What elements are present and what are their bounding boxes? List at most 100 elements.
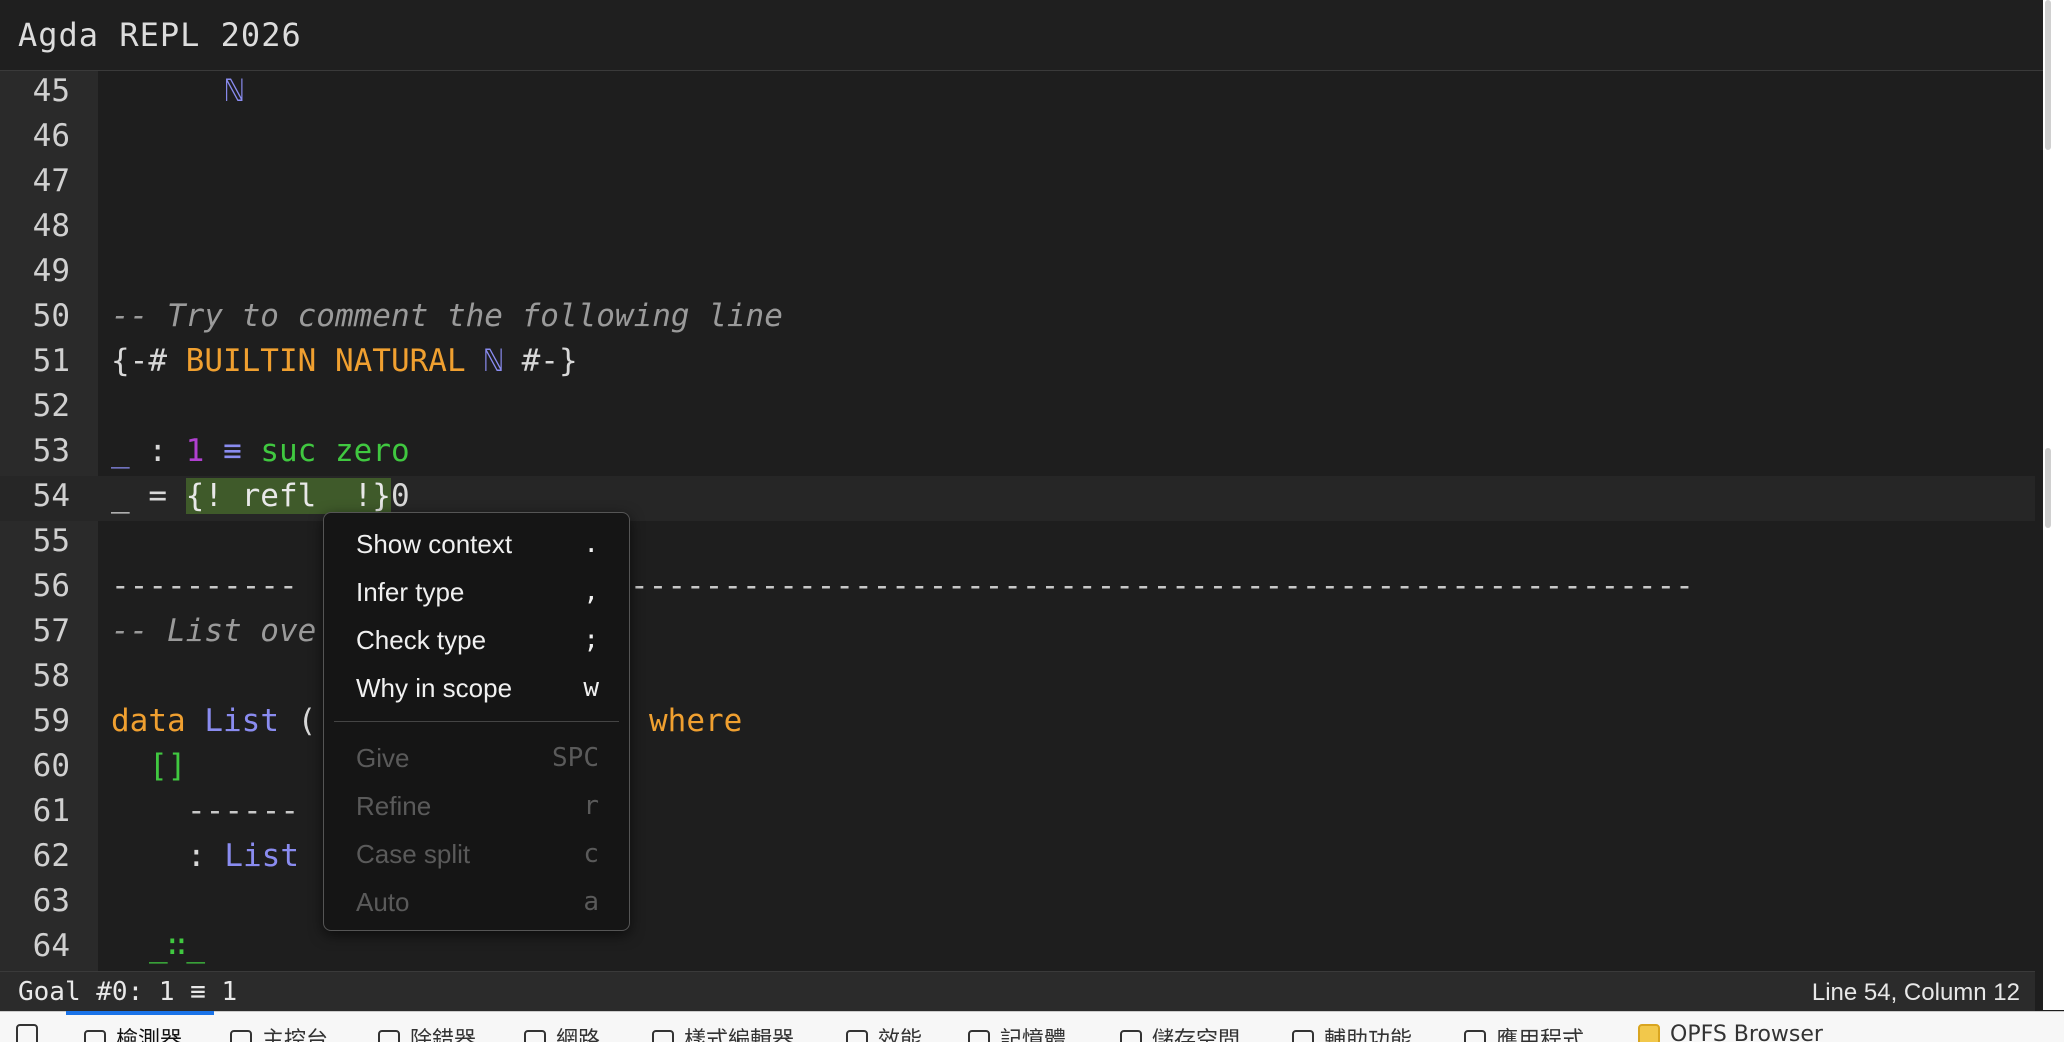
- pragma-open: {-#: [111, 343, 186, 379]
- tab-accessibility[interactable]: 輔助功能: [1292, 1022, 1412, 1042]
- keyword-where: where: [649, 703, 743, 739]
- code-line-46: 46: [0, 116, 2035, 161]
- title-bar: Agda REPL 2026: [0, 0, 2043, 71]
- code-line-63: 63: [0, 881, 2035, 926]
- menu-item-refine: Refine r: [324, 783, 629, 829]
- menu-label: Show context: [356, 529, 513, 559]
- goal-hole[interactable]: {! refl !}: [185, 478, 391, 514]
- goal-number: 0: [390, 478, 410, 514]
- type-name-list: List: [224, 838, 299, 874]
- line-number: 47: [32, 163, 70, 199]
- menu-shortcut: SPC: [552, 743, 599, 773]
- code-line-49: 49: [0, 251, 2035, 296]
- tab-console[interactable]: 主控台: [230, 1022, 328, 1042]
- tab-application[interactable]: 應用程式: [1464, 1022, 1584, 1042]
- number-literal: 1: [185, 433, 205, 469]
- line-number: 50: [32, 298, 70, 334]
- comment: -- List ove: [111, 613, 317, 649]
- menu-shortcut: ;: [583, 625, 599, 655]
- devtools-tab-bar: 檢測器 主控台 除錯器 網路 樣式編輯器 效能 記憶體 儲存空間 輔助功能 應用…: [0, 1011, 2064, 1042]
- accessibility-icon: [1292, 1030, 1314, 1042]
- line-number: 55: [32, 523, 70, 559]
- menu-shortcut: .: [583, 529, 599, 559]
- line-number: 46: [32, 118, 70, 154]
- paren: (: [278, 703, 317, 739]
- status-bar: Goal #0: 1 ≡ 1 Line 54, Column 12: [0, 971, 2035, 1012]
- code-line-47: 47: [0, 161, 2035, 206]
- devtools-pick-element-button[interactable]: [16, 1022, 48, 1042]
- nat-type: ℕ: [225, 73, 244, 109]
- menu-label: Give: [356, 743, 410, 773]
- line-number: 57: [32, 613, 70, 649]
- code-line-45: 45 ℕ: [0, 71, 2035, 116]
- menu-label: Infer type: [356, 577, 465, 607]
- code-line-52: 52: [0, 386, 2035, 431]
- menu-item-check-type[interactable]: Check type ;: [324, 617, 629, 663]
- style-editor-icon: [652, 1030, 674, 1042]
- separator-left: ----------: [111, 568, 298, 604]
- code-line-58: 58: [0, 656, 2035, 701]
- code-line-48: 48: [0, 206, 2035, 251]
- folder-icon: [1638, 1024, 1660, 1042]
- constructor-cons: _∷_: [149, 928, 205, 964]
- constructor-zero: zero: [335, 433, 410, 469]
- menu-label: Refine: [356, 791, 432, 821]
- tab-debugger[interactable]: 除錯器: [378, 1022, 476, 1042]
- tab-inspector[interactable]: 檢測器: [84, 1022, 182, 1042]
- tab-storage[interactable]: 儲存空間: [1120, 1022, 1240, 1042]
- comment: -- Try to comment the following line: [111, 298, 783, 334]
- window-title: Agda REPL 2026: [18, 16, 302, 54]
- console-icon: [230, 1030, 252, 1042]
- code-line-59: 59 data List ( where: [0, 701, 2035, 746]
- code-line-51: 51 {-# BUILTIN NATURAL ℕ #-}: [0, 341, 2035, 386]
- code-line-62: 62 : List: [0, 836, 2035, 881]
- menu-shortcut: a: [583, 887, 599, 917]
- line-number: 60: [32, 748, 70, 784]
- code-line-54-current: 54 _ = {! refl !}0: [0, 476, 2035, 521]
- scrollbar-thumb-secondary[interactable]: [2045, 448, 2051, 528]
- network-icon: [524, 1030, 546, 1042]
- tab-memory[interactable]: 記憶體: [968, 1022, 1066, 1042]
- storage-icon: [1120, 1030, 1142, 1042]
- goal-context-menu: Show context . Infer type , Check type ;…: [323, 512, 630, 931]
- line-number: 54: [32, 478, 70, 514]
- code-line-57: 57 -- List ove: [0, 611, 2035, 656]
- side-panel-edge: [2043, 0, 2064, 1010]
- memory-icon: [968, 1030, 990, 1042]
- code-line-61: 61 ------: [0, 791, 2035, 836]
- line-number: 61: [32, 793, 70, 829]
- code-line-60: 60 []: [0, 746, 2035, 791]
- line-number: 49: [32, 253, 70, 289]
- colon: :: [187, 838, 225, 874]
- tab-opfs-browser[interactable]: OPFS Browser: [1638, 1022, 1823, 1042]
- line-number: 53: [32, 433, 70, 469]
- rule-line: ------: [187, 793, 299, 829]
- scrollbar-thumb[interactable]: [2045, 0, 2051, 150]
- cursor-position: Line 54, Column 12: [1811, 979, 2020, 1006]
- line-number: 64: [32, 928, 70, 964]
- menu-item-infer-type[interactable]: Infer type ,: [324, 569, 629, 615]
- pragma-close: #-}: [502, 343, 578, 379]
- separator-right: ----------------------------------------…: [630, 568, 1694, 604]
- line-number: 45: [32, 73, 70, 109]
- active-tab-indicator: [66, 1011, 214, 1015]
- keyword-data: data: [111, 703, 186, 739]
- debugger-icon: [378, 1030, 400, 1042]
- menu-item-show-context[interactable]: Show context .: [324, 521, 629, 567]
- menu-shortcut: w: [583, 673, 599, 703]
- menu-label: Why in scope: [356, 673, 513, 703]
- code-editor[interactable]: 45 ℕ 46 47 48 49 50 -- Try to comment th…: [0, 71, 2035, 971]
- application-icon: [1464, 1030, 1486, 1042]
- type-name-list: List: [204, 703, 279, 739]
- menu-item-auto: Auto a: [324, 879, 629, 925]
- tab-network[interactable]: 網路: [524, 1022, 600, 1042]
- tab-performance[interactable]: 效能: [846, 1022, 922, 1042]
- code-line-55: 55: [0, 521, 2035, 566]
- tab-style-editor[interactable]: 樣式編輯器: [652, 1022, 794, 1042]
- line-number: 48: [32, 208, 70, 244]
- menu-item-why-in-scope[interactable]: Why in scope w: [324, 665, 629, 711]
- menu-separator: [334, 721, 619, 722]
- code-line-53: 53 _ : 1 ≡ suc zero: [0, 431, 2035, 476]
- menu-label: Check type: [356, 625, 487, 655]
- equality-type: ≡: [204, 433, 261, 469]
